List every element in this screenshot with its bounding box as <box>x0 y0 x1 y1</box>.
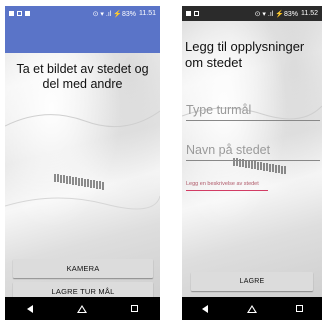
back-icon[interactable] <box>27 304 33 313</box>
navigation-bar <box>5 297 160 320</box>
notification-icon <box>186 11 191 16</box>
phone-screen-details: ⊙ ▾ .ıl ⚡83% 11.52 Legg til opplysninger… <box>182 6 322 320</box>
notification-icon <box>25 11 30 16</box>
notification-icon <box>9 11 14 16</box>
home-icon[interactable] <box>77 304 87 313</box>
home-icon[interactable] <box>246 304 257 313</box>
status-time: 11.51 <box>139 10 156 17</box>
recent-apps-icon[interactable] <box>295 305 303 312</box>
status-icons: ⊙ ▾ .ıl ⚡83% <box>254 10 298 18</box>
page-title: Legg til opplysninger om stedet <box>185 39 305 70</box>
status-time: 11.52 <box>301 10 318 17</box>
app-bar <box>5 21 160 53</box>
place-name-input[interactable]: Navn på stedet <box>186 143 320 161</box>
page-title: Ta et bildet av stedet og del med andre <box>16 62 149 91</box>
camera-button[interactable]: KAMERA <box>13 259 153 278</box>
description-input[interactable]: Legg en beskrivelse av stedet <box>186 181 268 191</box>
save-button[interactable]: LAGRE <box>191 272 313 291</box>
recent-apps-icon[interactable] <box>131 305 138 312</box>
sim-icon <box>17 11 22 16</box>
status-bar: ⊙ ▾ .ıl ⚡83% 11.52 <box>182 6 322 21</box>
navigation-bar <box>182 297 322 320</box>
status-bar: ⊙ ▾ .ıl ⚡83% 11.51 <box>5 6 160 21</box>
status-icons: ⊙ ▾ .ıl ⚡83% <box>92 10 136 18</box>
trip-type-input[interactable]: Type turmål <box>186 103 320 121</box>
back-icon[interactable] <box>201 304 208 313</box>
phone-screen-photo: ⊙ ▾ .ıl ⚡83% 11.51 Ta et bildet av stede… <box>5 6 160 320</box>
sim-icon <box>194 11 199 16</box>
